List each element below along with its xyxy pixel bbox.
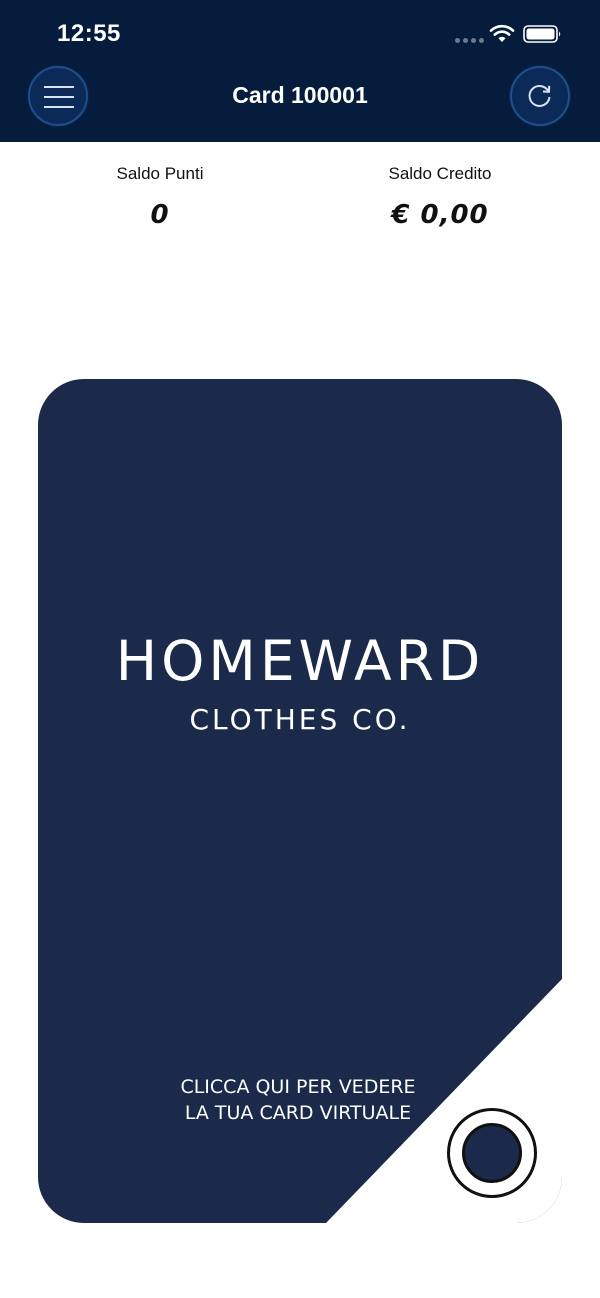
balances-section: Saldo Punti 0 Saldo Credito € 0,00 [0, 142, 600, 252]
status-bar: 12:55 [0, 0, 600, 66]
refresh-button[interactable] [510, 66, 570, 126]
cellular-signal-icon [455, 38, 485, 44]
brand-name: HOMEWARD [115, 629, 485, 693]
credit-balance-value: € 0,00 [391, 200, 489, 230]
nav-bar: Card 100001 [0, 66, 600, 142]
loyalty-card[interactable]: HOMEWARD CLOTHES CO. CLICCA QUI PER VEDE… [38, 379, 562, 1223]
menu-button[interactable] [28, 66, 88, 126]
page-title: Card 100001 [232, 82, 368, 108]
points-balance: Saldo Punti 0 [50, 142, 270, 230]
refresh-icon [528, 84, 551, 107]
credit-balance-label: Saldo Credito [388, 164, 492, 183]
brand-tagline: CLOTHES CO. [189, 703, 411, 736]
app-header: 12:55 Card 100001 [0, 0, 600, 142]
battery-icon [523, 25, 561, 43]
status-time: 12:55 [57, 20, 121, 47]
points-balance-value: 0 [150, 200, 170, 230]
virtual-card-cta[interactable]: CLICCA QUI PER VEDERE LA TUA CARD VIRTUA… [168, 1074, 428, 1126]
card-button-inner-icon [462, 1123, 522, 1183]
wifi-icon [489, 24, 515, 42]
points-balance-label: Saldo Punti [116, 164, 204, 183]
open-virtual-card-button[interactable] [447, 1108, 537, 1198]
cta-line-1: CLICCA QUI PER VEDERE [180, 1076, 416, 1098]
cta-line-2: LA TUA CARD VIRTUALE [184, 1102, 412, 1124]
credit-balance: Saldo Credito € 0,00 [330, 142, 550, 230]
